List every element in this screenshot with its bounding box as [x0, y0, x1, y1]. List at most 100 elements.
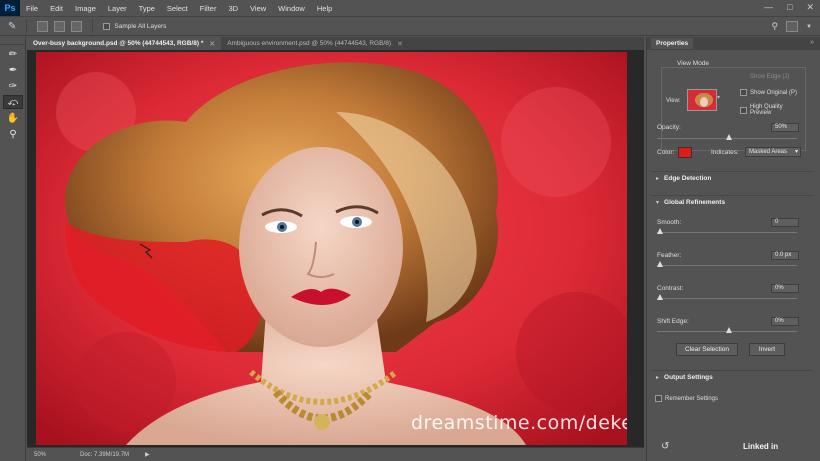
menu-select[interactable]: Select [161, 4, 194, 13]
show-original-checkbox[interactable] [740, 89, 747, 96]
sample-all-layers-checkbox[interactable] [103, 22, 111, 30]
tab-properties[interactable]: Properties [651, 38, 694, 49]
menu-help[interactable]: Help [311, 4, 338, 13]
new-selection-button[interactable] [37, 20, 49, 32]
view-dropdown-chevron-down-icon[interactable]: ▾ [717, 94, 720, 101]
close-icon[interactable]: ✕ [806, 2, 814, 13]
output-settings-label: Output Settings [664, 374, 713, 381]
output-settings-header[interactable]: ▸ Output Settings [651, 370, 813, 384]
contrast-slider-knob[interactable] [657, 294, 663, 300]
tab-ambiguous-environment[interactable]: Ambiguous environment.psd @ 50% (4474454… [221, 37, 409, 50]
high-quality-option[interactable]: High Quality Preview [740, 104, 805, 116]
shift-edge-slider[interactable] [657, 327, 797, 333]
indicates-value: Masked Areas [749, 149, 788, 155]
show-original-option[interactable]: Show Original (P) [740, 89, 797, 96]
shift-edge-slider-knob[interactable] [725, 327, 732, 333]
menu-image[interactable]: Image [69, 4, 102, 13]
quick-selection-tool-icon[interactable]: ✏ [3, 47, 23, 61]
properties-panel: Properties » View Mode View: ▾ Show Edge… [646, 37, 820, 461]
feather-slider[interactable] [657, 261, 797, 267]
add-selection-button[interactable] [54, 20, 66, 32]
shift-edge-label: Shift Edge: [657, 318, 689, 325]
menu-edit[interactable]: Edit [44, 4, 69, 13]
tools-panel: ✏ ✒ ✑ ⤽ ✋ ⚲ [0, 37, 26, 461]
show-original-label: Show Original (P) [750, 89, 798, 96]
menu-window[interactable]: Window [272, 4, 311, 13]
global-refinements-label: Global Refinements [664, 199, 726, 206]
high-quality-label: High Quality Preview [749, 104, 783, 116]
linkedin-logo: Linked in [743, 442, 779, 451]
feather-slider-knob[interactable] [657, 261, 663, 267]
tool-preset-icon[interactable]: ✎ [8, 21, 16, 32]
workspace-button[interactable] [786, 21, 799, 32]
opacity-label: Opacity: [657, 124, 681, 131]
reset-icon[interactable]: ↺ [661, 441, 669, 452]
shift-edge-field[interactable]: 0% [771, 317, 799, 326]
close-icon[interactable]: ✕ [397, 40, 403, 48]
menu-file[interactable]: File [20, 4, 44, 13]
menu-layer[interactable]: Layer [102, 4, 133, 13]
hand-tool-icon[interactable]: ✋ [3, 111, 23, 125]
menu-filter[interactable]: Filter [194, 4, 223, 13]
collapse-panel-icon[interactable]: » [810, 39, 814, 46]
contrast-field[interactable]: 0% [771, 284, 799, 293]
canvas-area[interactable]: dreamstime.com/deke [27, 50, 644, 447]
indicates-select[interactable]: Masked Areas ▾ [745, 147, 801, 157]
options-bar: ✎ Sample All Layers ⚲ ▼ [0, 16, 820, 36]
chevron-down-icon: ▾ [794, 149, 798, 155]
close-icon[interactable]: ✕ [209, 40, 215, 48]
maximize-icon[interactable]: □ [787, 2, 792, 13]
show-edge-option: Show Edge (J) [750, 74, 789, 80]
contrast-label: Contrast: [657, 285, 684, 292]
invert-button[interactable]: Invert [749, 343, 785, 356]
sample-all-layers-label: Sample All Layers [114, 22, 167, 30]
chevron-right-icon: ▸ [656, 176, 660, 182]
view-mode-title: View Mode [675, 60, 712, 67]
menu-view[interactable]: View [244, 4, 272, 13]
panel-footer: ↺ Linked in [657, 441, 807, 455]
remember-settings-option[interactable]: Remember Settings [655, 395, 718, 402]
zoom-level[interactable]: 50% [34, 452, 64, 458]
view-thumbnail[interactable] [687, 89, 717, 111]
brush-tool-icon[interactable]: ✑ [3, 79, 23, 93]
show-edge-label: Show Edge (J) [750, 74, 790, 80]
smooth-field[interactable]: 0 [771, 218, 799, 227]
feather-label: Feather: [657, 252, 682, 259]
edge-detection-header[interactable]: ▸ Edge Detection [651, 171, 813, 185]
chevron-right-icon: ▸ [656, 375, 660, 381]
menu-bar: Ps File Edit Image Layer Type Select Fil… [0, 0, 820, 16]
search-icon[interactable]: ⚲ [771, 21, 778, 32]
status-bar: 50% Doc: 7.39M/19.7M ▶ [27, 447, 644, 461]
remember-settings-checkbox[interactable] [655, 395, 662, 402]
subtract-selection-button[interactable] [71, 20, 83, 32]
smooth-slider[interactable] [657, 228, 797, 234]
refine-edge-brush-tool-icon[interactable]: ✒ [3, 63, 23, 77]
menu-type[interactable]: Type [133, 4, 161, 13]
opacity-field[interactable]: 50% [771, 123, 799, 132]
watermark-text: dreamstime.com/deke [411, 412, 627, 434]
minimize-icon[interactable]: — [764, 2, 773, 13]
chevron-right-icon[interactable]: ▶ [145, 451, 150, 458]
feather-field[interactable]: 0.0 px [771, 251, 799, 260]
portrait-photo [36, 52, 627, 445]
lasso-tool-icon[interactable]: ⤽ [3, 95, 23, 109]
view-label: View: [666, 98, 681, 104]
divider [26, 19, 28, 33]
zoom-tool-icon[interactable]: ⚲ [3, 127, 23, 141]
opacity-slider-knob[interactable] [725, 134, 732, 140]
window-controls: — □ ✕ [764, 2, 814, 13]
clear-selection-button[interactable]: Clear Selection [676, 343, 738, 356]
document-image[interactable]: dreamstime.com/deke [36, 52, 627, 445]
color-swatch[interactable] [678, 147, 692, 158]
smooth-label: Smooth: [657, 219, 682, 226]
global-refinements-header[interactable]: ▾ Global Refinements [651, 195, 813, 209]
sample-all-layers-option[interactable]: Sample All Layers [103, 22, 167, 30]
high-quality-checkbox[interactable] [740, 106, 747, 114]
menu-3d[interactable]: 3D [222, 4, 244, 13]
tools-grip[interactable] [0, 37, 25, 45]
tab-over-busy-background[interactable]: Over-busy background.psd @ 50% (44744543… [27, 37, 222, 50]
workspace-chevron-down-icon[interactable]: ▼ [806, 24, 812, 30]
contrast-slider[interactable] [657, 294, 797, 300]
smooth-slider-knob[interactable] [657, 228, 663, 234]
opacity-slider[interactable] [657, 134, 797, 140]
